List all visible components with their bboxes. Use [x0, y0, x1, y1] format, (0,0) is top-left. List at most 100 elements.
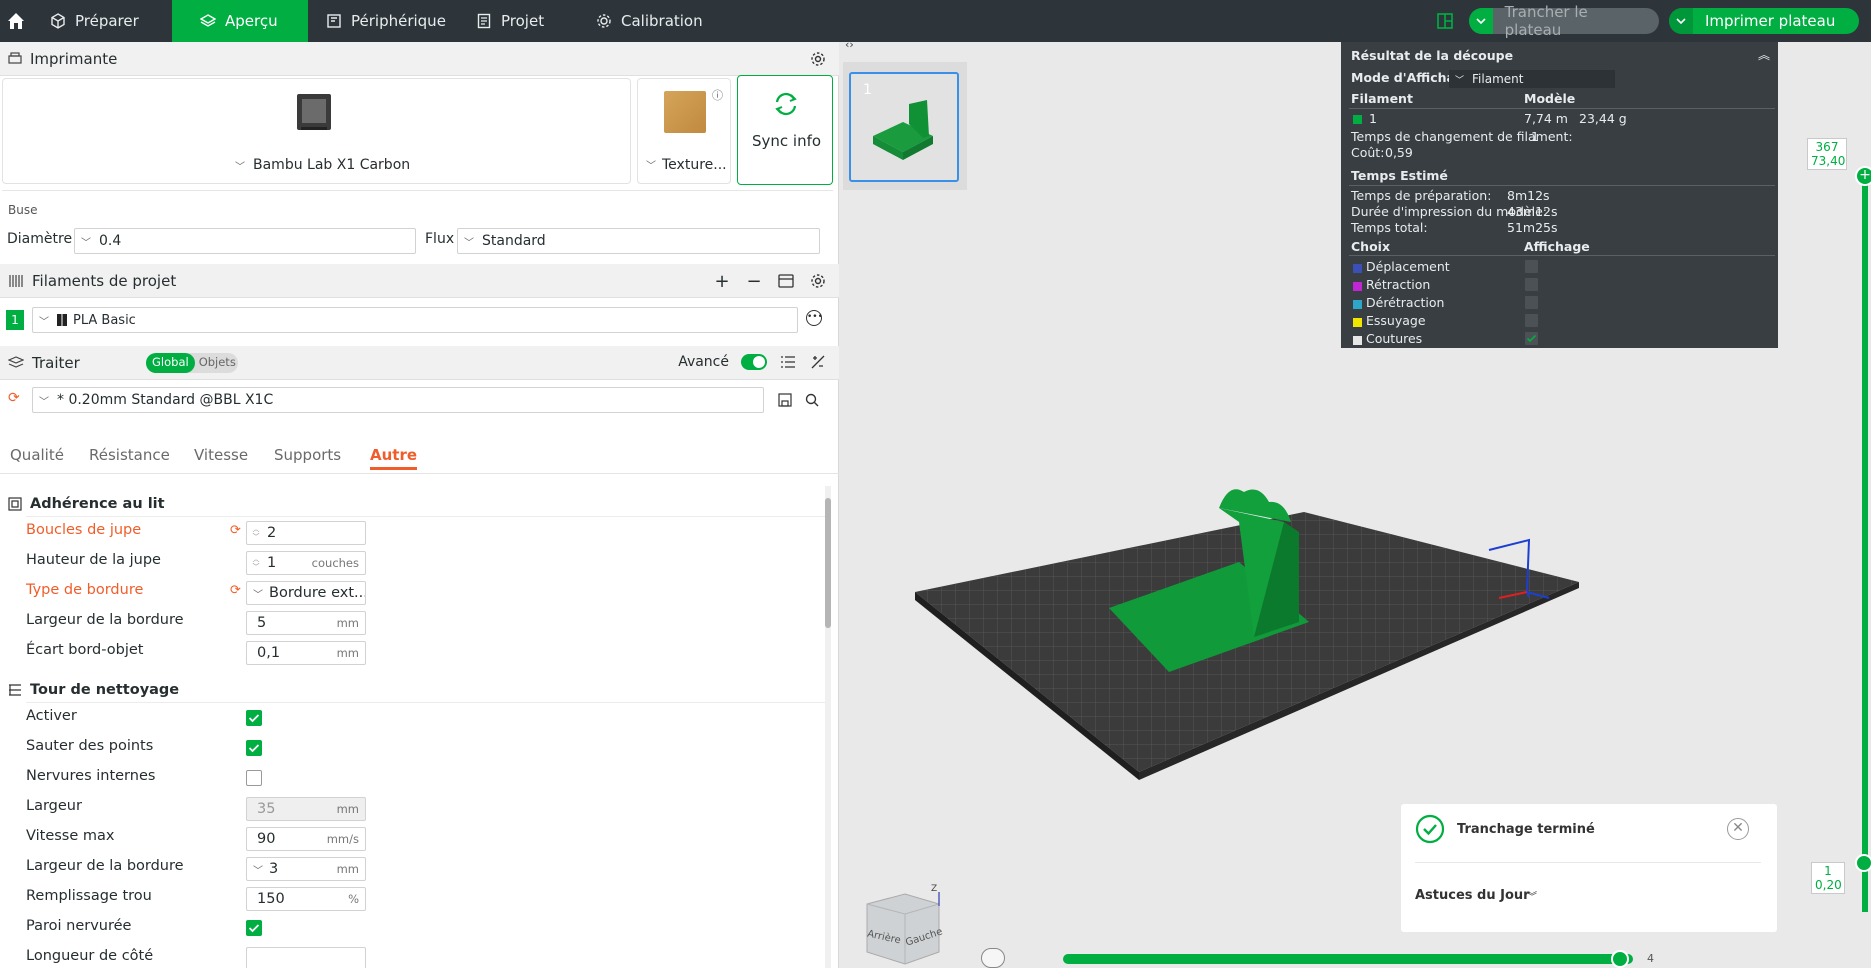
- collapse-sidebar-icon[interactable]: ‹›: [845, 42, 854, 51]
- total-time-label: Temps total:: [1351, 220, 1428, 235]
- reset-icon[interactable]: ⟳: [8, 390, 20, 406]
- filament-index-badge[interactable]: 1: [6, 310, 24, 330]
- document-icon: [477, 13, 491, 29]
- tab-calibration[interactable]: Calibration: [578, 0, 728, 42]
- scrollbar[interactable]: [825, 486, 831, 968]
- side-length-input[interactable]: [246, 947, 366, 968]
- tab-prepare[interactable]: Préparer: [32, 0, 172, 42]
- sync-info-button[interactable]: Sync info: [737, 75, 833, 185]
- field-value: 90: [257, 831, 276, 847]
- legend-deretract-checkbox[interactable]: [1525, 296, 1538, 309]
- change-time-value: 1: [1531, 129, 1539, 144]
- gear-icon[interactable]: [809, 272, 827, 290]
- legend-travel-checkbox[interactable]: [1525, 260, 1538, 273]
- reset-icon[interactable]: ⟳: [230, 583, 241, 598]
- chevron-down-icon: ﹀: [464, 237, 474, 249]
- plus-icon[interactable]: +: [713, 271, 731, 292]
- skip-points-checkbox[interactable]: [246, 740, 262, 756]
- layer-slider-track[interactable]: [1862, 172, 1868, 912]
- field-unit: %: [348, 892, 359, 906]
- legend-seams-checkbox[interactable]: [1525, 332, 1538, 345]
- field-unit: couches: [311, 556, 359, 570]
- brim-gap-input[interactable]: 0,1 mm: [246, 641, 366, 665]
- enable-checkbox[interactable]: [246, 710, 262, 726]
- tab-strength[interactable]: Résistance: [89, 446, 170, 464]
- move-slider-knob[interactable]: [1611, 950, 1629, 968]
- layer-top-height: 73,40: [1811, 154, 1846, 168]
- inner-ribs-checkbox[interactable]: [246, 770, 262, 786]
- filament-select[interactable]: ﹀ PLA Basic: [32, 307, 798, 333]
- prep-time-label: Temps de préparation:: [1351, 188, 1492, 203]
- info-icon[interactable]: ⓘ: [712, 87, 723, 103]
- gear-icon[interactable]: [809, 50, 827, 68]
- tab-preview[interactable]: Aperçu: [172, 0, 308, 42]
- more-options-icon[interactable]: •••: [806, 310, 823, 326]
- objects-option[interactable]: Objets: [195, 353, 240, 373]
- home-button[interactable]: [0, 0, 32, 42]
- diameter-select[interactable]: ﹀ 0.4: [74, 228, 416, 254]
- filament-color-swatch: [1353, 115, 1362, 124]
- skirt-height-input[interactable]: ︿ ﹀ 1 couches: [246, 551, 366, 575]
- plate-thumbnail[interactable]: 1: [849, 72, 959, 182]
- slice-plate-button[interactable]: Trancher le plateau: [1469, 3, 1659, 39]
- move-slider-track[interactable]: [1063, 954, 1633, 964]
- printer-title: Imprimante: [30, 49, 118, 68]
- tab-quality[interactable]: Qualité: [10, 446, 64, 464]
- tips-link[interactable]: Astuces du Jour: [1415, 888, 1530, 903]
- skirt-loops-input[interactable]: ︿ ﹀ 2: [246, 521, 366, 545]
- group-title: Tour de nettoyage: [30, 682, 180, 698]
- global-objects-toggle[interactable]: Global Objets: [146, 353, 238, 373]
- search-icon[interactable]: [803, 391, 821, 409]
- brim-type-select[interactable]: ﹀ Bordure ext...: [246, 581, 366, 605]
- slicing-complete-toast: Tranchage terminé ✕ Astuces du Jour ︾: [1401, 804, 1777, 932]
- layer-slider-top-knob[interactable]: +: [1855, 166, 1871, 186]
- tab-project[interactable]: Projet: [458, 0, 578, 42]
- cube-axis-z: Z: [931, 884, 938, 894]
- field-value: 1: [267, 555, 277, 571]
- max-speed-input[interactable]: 90 mm/s: [246, 827, 366, 851]
- printer-header: Imprimante: [0, 42, 839, 76]
- width-input[interactable]: 35 mm: [246, 797, 366, 821]
- prime-brim-input[interactable]: ﹀ 3 mm: [246, 857, 366, 881]
- preview-viewport[interactable]: ‹› 1 Résultat de la découpe ︽ Mode d'Aff…: [839, 42, 1871, 968]
- infill-gap-input[interactable]: 150%: [246, 887, 366, 911]
- compare-icon[interactable]: [809, 353, 827, 371]
- advanced-label: Avancé: [678, 354, 729, 370]
- chevron-down-icon[interactable]: ︾: [1527, 888, 1537, 903]
- flow-select[interactable]: ﹀ Standard: [457, 228, 820, 254]
- tab-supports[interactable]: Supports: [274, 446, 341, 464]
- view-cube[interactable]: Arrière Gauche Z: [859, 884, 951, 968]
- rib-wall-checkbox[interactable]: [246, 920, 262, 936]
- camera-reset-icon[interactable]: [981, 948, 1005, 968]
- result-title: Résultat de la découpe: [1351, 48, 1514, 63]
- legend-wipe-checkbox[interactable]: [1525, 314, 1538, 327]
- reset-icon[interactable]: ⟳: [230, 523, 241, 538]
- chevron-down-icon[interactable]: [1669, 8, 1693, 34]
- plate-type-card[interactable]: ⓘ ﹀ Texture...: [637, 78, 731, 184]
- advanced-toggle[interactable]: [741, 354, 767, 370]
- layout-button[interactable]: [1431, 8, 1459, 34]
- list-icon[interactable]: [779, 353, 797, 371]
- bed-icon: [8, 497, 22, 511]
- global-option[interactable]: Global: [146, 353, 195, 373]
- printer-card[interactable]: ﹀ Bambu Lab X1 Carbon: [2, 78, 631, 184]
- tab-speed[interactable]: Vitesse: [194, 446, 248, 464]
- spin-icon[interactable]: ︿ ﹀: [247, 555, 261, 571]
- layer-slider-bottom-knob[interactable]: [1855, 854, 1871, 872]
- spin-icon[interactable]: ︿ ﹀: [247, 525, 261, 541]
- minus-icon[interactable]: −: [745, 271, 763, 292]
- ams-sync-icon[interactable]: [777, 272, 795, 290]
- legend-retract-checkbox[interactable]: [1525, 278, 1538, 291]
- tab-device[interactable]: Périphérique: [308, 0, 458, 42]
- top-bar: Préparer Aperçu Périphérique Projet Cali…: [0, 0, 1871, 42]
- brim-width-input[interactable]: 5 mm: [246, 611, 366, 635]
- process-preset-select[interactable]: ﹀ * 0.20mm Standard @BBL X1C: [32, 387, 764, 413]
- save-icon[interactable]: [776, 391, 794, 409]
- chevron-down-icon: ﹀: [1455, 75, 1465, 86]
- collapse-icon[interactable]: ︽: [1758, 46, 1770, 63]
- display-mode-select[interactable]: ﹀ Filament: [1449, 70, 1615, 88]
- tab-other[interactable]: Autre: [370, 446, 418, 470]
- chevron-down-icon[interactable]: [1469, 8, 1493, 34]
- close-icon[interactable]: ✕: [1727, 818, 1749, 840]
- print-plate-button[interactable]: Imprimer plateau: [1669, 8, 1859, 34]
